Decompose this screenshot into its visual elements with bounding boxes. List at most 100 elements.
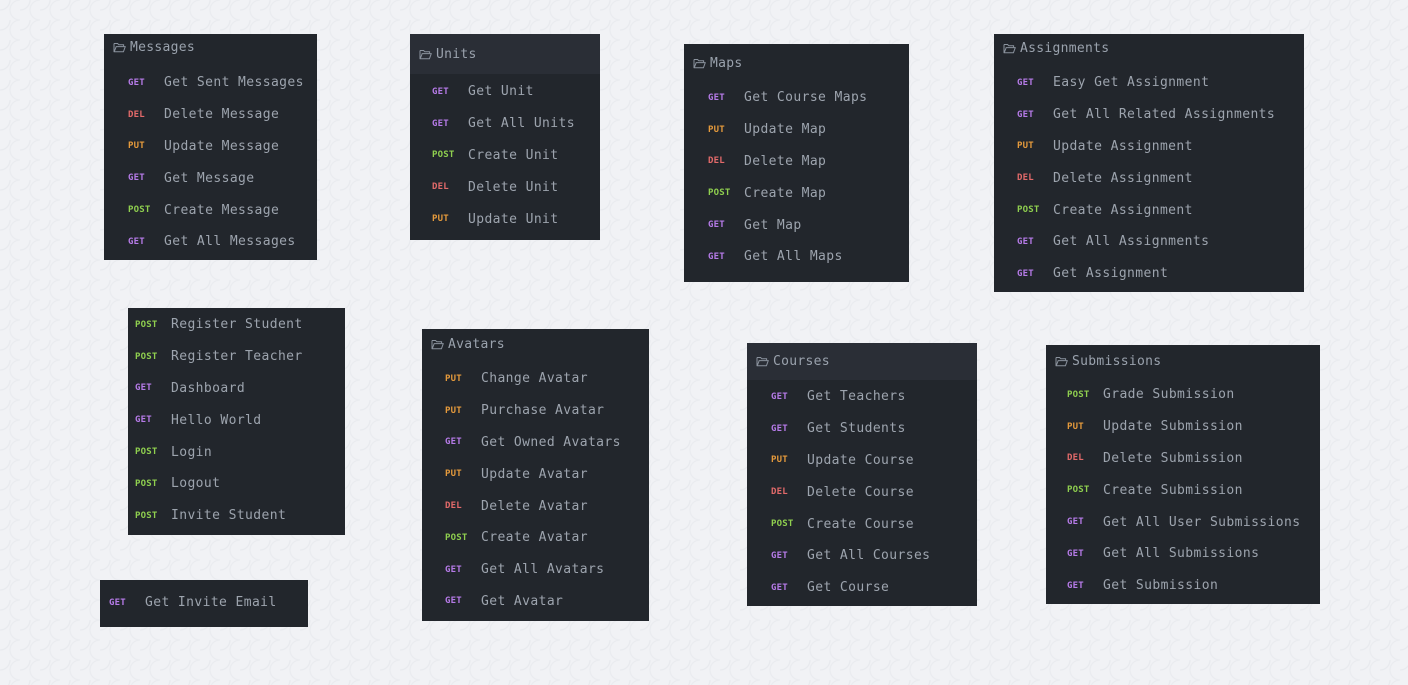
request-item[interactable]: GET Get Assignment xyxy=(1017,258,1304,290)
method-badge: GET xyxy=(135,415,152,426)
request-item[interactable]: DEL Delete Avatar xyxy=(445,490,649,522)
method-badge: GET xyxy=(708,251,725,262)
method-badge: DEL xyxy=(432,182,449,193)
request-item[interactable]: PUT Update Unit xyxy=(432,203,600,235)
maps-folder-panel: Maps GET Get Course Maps PUT Update Map DEL D… xyxy=(684,44,909,282)
request-item[interactable]: GET Easy Get Assignment xyxy=(1017,67,1304,99)
request-item[interactable]: DEL Delete Unit xyxy=(432,171,600,203)
folder-open-icon xyxy=(1055,356,1069,368)
method-badge: POST xyxy=(771,519,794,530)
request-item[interactable]: PUT Update Message xyxy=(128,131,317,163)
method-badge: GET xyxy=(1017,77,1034,88)
request-item[interactable]: POST Register Student xyxy=(135,309,345,341)
request-label: Get All Units xyxy=(468,116,575,132)
units-folder-panel: Units GET Get Unit GET Get All Units POST Cre… xyxy=(410,34,600,240)
submissions-folder-header[interactable]: Submissions xyxy=(1046,345,1320,378)
folder-open-icon xyxy=(431,339,445,351)
request-item[interactable]: POST Logout xyxy=(135,468,345,500)
folder-title: Avatars xyxy=(448,337,505,352)
messages-folder-header[interactable]: Messages xyxy=(104,34,317,60)
request-item[interactable]: GET Hello World xyxy=(135,404,345,436)
request-item[interactable]: POST Login xyxy=(135,436,345,468)
request-item[interactable]: GET Get Teachers xyxy=(771,381,977,413)
method-badge: POST xyxy=(1017,205,1040,216)
request-item[interactable]: GET Get All Avatars xyxy=(445,554,649,586)
method-badge: PUT xyxy=(128,141,145,152)
request-item[interactable]: POST Create Message xyxy=(128,194,317,226)
method-badge: GET xyxy=(1017,236,1034,247)
request-label: Get All Assignments xyxy=(1053,234,1210,250)
request-item[interactable]: GET Get All User Submissions xyxy=(1067,506,1320,538)
request-item[interactable]: POST Grade Submission xyxy=(1067,379,1320,411)
request-item[interactable]: GET Get All Maps xyxy=(708,241,909,273)
request-item[interactable]: POST Invite Student xyxy=(135,500,345,532)
request-label: Get Teachers xyxy=(807,389,906,405)
folder-open-icon xyxy=(693,57,707,69)
method-badge: POST xyxy=(708,188,731,199)
request-label: Get Course Maps xyxy=(744,90,868,106)
request-item[interactable]: GET Get Unit xyxy=(432,76,600,108)
method-badge: PUT xyxy=(1067,421,1084,432)
request-label: Get All Courses xyxy=(807,548,931,564)
request-item[interactable]: POST Register Teacher xyxy=(135,341,345,373)
request-item[interactable]: PUT Update Assignment xyxy=(1017,131,1304,163)
request-item[interactable]: GET Get Map xyxy=(708,209,909,241)
request-item[interactable]: GET Get Message xyxy=(128,162,317,194)
assignments-folder-header[interactable]: Assignments xyxy=(994,34,1304,62)
request-item[interactable]: DEL Delete Course xyxy=(771,476,977,508)
assignments-folder-panel: Assignments GET Easy Get Assignment GET Get… xyxy=(994,34,1304,292)
folder-title: Assignments xyxy=(1020,40,1110,56)
request-item[interactable]: GET Get Sent Messages xyxy=(128,67,317,99)
request-label: Delete Message xyxy=(164,107,280,123)
request-item[interactable]: PUT Update Course xyxy=(771,445,977,477)
maps-folder-header[interactable]: Maps xyxy=(684,44,909,82)
request-item[interactable]: PUT Update Avatar xyxy=(445,458,649,490)
auth-requests-panel: POST Register Student POST Register Teacher… xyxy=(128,308,345,535)
method-badge: GET xyxy=(432,86,449,97)
request-item[interactable]: PUT Update Submission xyxy=(1067,411,1320,443)
request-item[interactable]: DEL Delete Assignment xyxy=(1017,162,1304,194)
request-item[interactable]: DEL Delete Message xyxy=(128,99,317,131)
maps-request-list: GET Get Course Maps PUT Update Map DEL Delete… xyxy=(684,82,909,273)
request-item[interactable]: GET Get Avatar xyxy=(445,586,649,618)
request-item[interactable]: DEL Delete Submission xyxy=(1067,443,1320,475)
request-item[interactable]: DEL Delete Map xyxy=(708,146,909,178)
submissions-folder-panel: Submissions POST Grade Submission PUT Updat… xyxy=(1046,345,1320,604)
request-item[interactable]: GET Get Students xyxy=(771,413,977,445)
method-badge: PUT xyxy=(432,214,449,225)
method-badge: PUT xyxy=(1017,141,1034,152)
units-folder-header[interactable]: Units xyxy=(410,34,600,74)
request-item[interactable]: GET Get All Related Assignments xyxy=(1017,99,1304,131)
request-label: Hello World xyxy=(171,412,262,428)
request-item[interactable]: PUT Change Avatar xyxy=(445,363,649,395)
request-item[interactable]: GET Get All Units xyxy=(432,108,600,140)
request-item[interactable]: GET Dashboard xyxy=(135,373,345,405)
request-label: Get Owned Avatars xyxy=(481,434,621,450)
request-item[interactable]: POST Create Unit xyxy=(432,140,600,172)
request-item[interactable]: POST Create Submission xyxy=(1067,474,1320,506)
method-badge: DEL xyxy=(771,487,788,498)
method-badge: POST xyxy=(135,510,158,521)
request-item[interactable]: GET Get Course Maps xyxy=(708,82,909,114)
request-item[interactable]: GET Get All Submissions xyxy=(1067,538,1320,570)
request-label: Get Map xyxy=(744,217,802,233)
request-label: Get Invite Email xyxy=(145,595,277,611)
request-label: Get Message xyxy=(164,170,255,186)
request-item[interactable]: POST Create Assignment xyxy=(1017,194,1304,226)
request-item[interactable]: GET Get Owned Avatars xyxy=(445,427,649,459)
request-item[interactable]: PUT Purchase Avatar xyxy=(445,395,649,427)
request-item[interactable]: GET Get Course xyxy=(771,572,977,604)
avatars-folder-header[interactable]: Avatars xyxy=(422,329,649,360)
request-item[interactable]: GET Get All Courses xyxy=(771,540,977,572)
request-item[interactable]: PUT Update Map xyxy=(708,114,909,146)
request-item[interactable]: GET Get All Messages xyxy=(128,226,317,258)
request-label: Get Avatar xyxy=(481,593,564,609)
courses-folder-header[interactable]: Courses xyxy=(747,343,977,380)
request-item[interactable]: POST Create Map xyxy=(708,177,909,209)
request-item[interactable]: POST Create Avatar xyxy=(445,522,649,554)
request-item[interactable]: GET Get Invite Email xyxy=(109,587,308,619)
request-item[interactable]: POST Create Course xyxy=(771,508,977,540)
request-item[interactable]: GET Get All Assignments xyxy=(1017,226,1304,258)
request-label: Register Teacher xyxy=(171,349,303,365)
request-item[interactable]: GET Get Submission xyxy=(1067,570,1320,602)
